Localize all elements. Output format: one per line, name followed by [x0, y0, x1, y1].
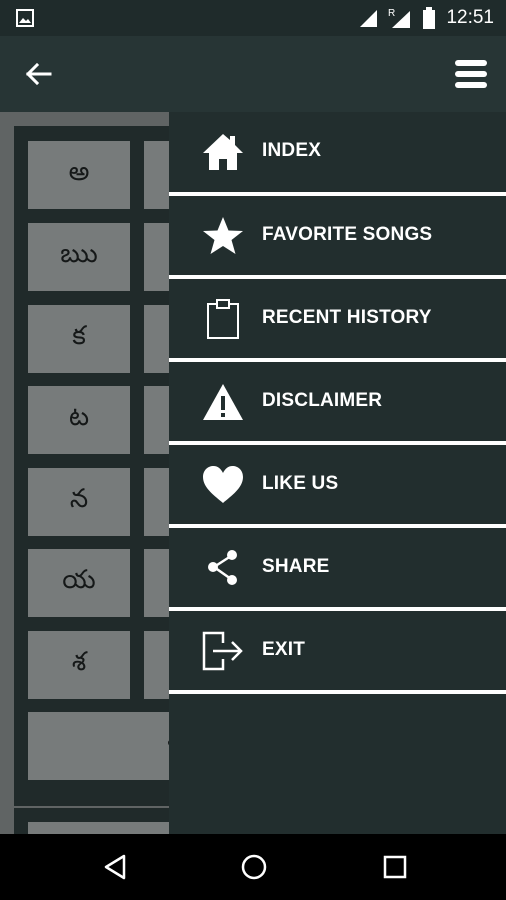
letter-text: య — [62, 565, 96, 595]
exit-icon — [201, 631, 245, 671]
back-triangle-icon[interactable] — [100, 852, 130, 882]
navigation-drawer: INDEX FAVORITE SONGS RECENT HISTORY DISC… — [169, 112, 506, 834]
divider — [169, 690, 506, 694]
recents-square-icon[interactable] — [380, 852, 410, 882]
drawer-item-exit[interactable]: EXIT — [169, 611, 506, 691]
letter-cell[interactable]: శ — [28, 631, 130, 699]
clipboard-icon — [201, 299, 245, 339]
drawer-item-label: INDEX — [262, 140, 322, 161]
letter-text: అ — [68, 157, 90, 187]
heart-icon — [201, 465, 245, 505]
letter-cell[interactable]: ట — [28, 386, 130, 454]
drawer-item-favorite-songs[interactable]: FAVORITE SONGS — [169, 196, 506, 276]
star-icon — [201, 216, 245, 256]
signal-icon — [360, 10, 378, 27]
drawer-item-label: LIKE US — [262, 473, 339, 494]
letter-text: ట — [68, 402, 90, 432]
letter-text: క — [72, 321, 86, 351]
letter-text: న — [69, 484, 89, 514]
drawer-item-share[interactable]: SHARE — [169, 528, 506, 608]
drawer-item-recent-history[interactable]: RECENT HISTORY — [169, 279, 506, 359]
letter-cell[interactable]: అ — [28, 141, 130, 209]
letter-text: ఋ — [60, 239, 98, 269]
status-bar: R 12:51 — [0, 0, 506, 36]
warning-icon — [201, 382, 245, 422]
roaming-label: R — [388, 8, 395, 19]
drawer-item-label: EXIT — [262, 639, 306, 660]
letter-cell[interactable]: య — [28, 549, 130, 617]
drawer-item-index[interactable]: INDEX — [169, 112, 506, 192]
app-bar — [0, 36, 506, 112]
letter-cell[interactable]: ఋ — [28, 223, 130, 291]
drawer-item-like-us[interactable]: LIKE US — [169, 445, 506, 525]
roaming-signal-icon: R — [388, 8, 411, 28]
letter-cell[interactable]: న — [28, 468, 130, 536]
drawer-item-label: RECENT HISTORY — [262, 307, 432, 328]
home-icon — [201, 132, 245, 172]
letter-cell[interactable]: క — [28, 305, 130, 373]
drawer-item-label: FAVORITE SONGS — [262, 224, 433, 245]
home-circle-icon[interactable] — [239, 852, 269, 882]
battery-icon — [423, 7, 436, 29]
arrow-left-icon[interactable] — [22, 58, 54, 90]
drawer-item-label: SHARE — [262, 556, 330, 577]
image-notification-icon — [16, 9, 34, 27]
letter-text: శ — [71, 647, 87, 677]
system-navigation-bar — [0, 834, 506, 900]
drawer-item-label: DISCLAIMER — [262, 390, 383, 411]
share-icon — [201, 548, 245, 588]
hamburger-menu-icon[interactable] — [454, 58, 488, 90]
drawer-item-disclaimer[interactable]: DISCLAIMER — [169, 362, 506, 442]
clock-time: 12:51 — [446, 7, 494, 28]
